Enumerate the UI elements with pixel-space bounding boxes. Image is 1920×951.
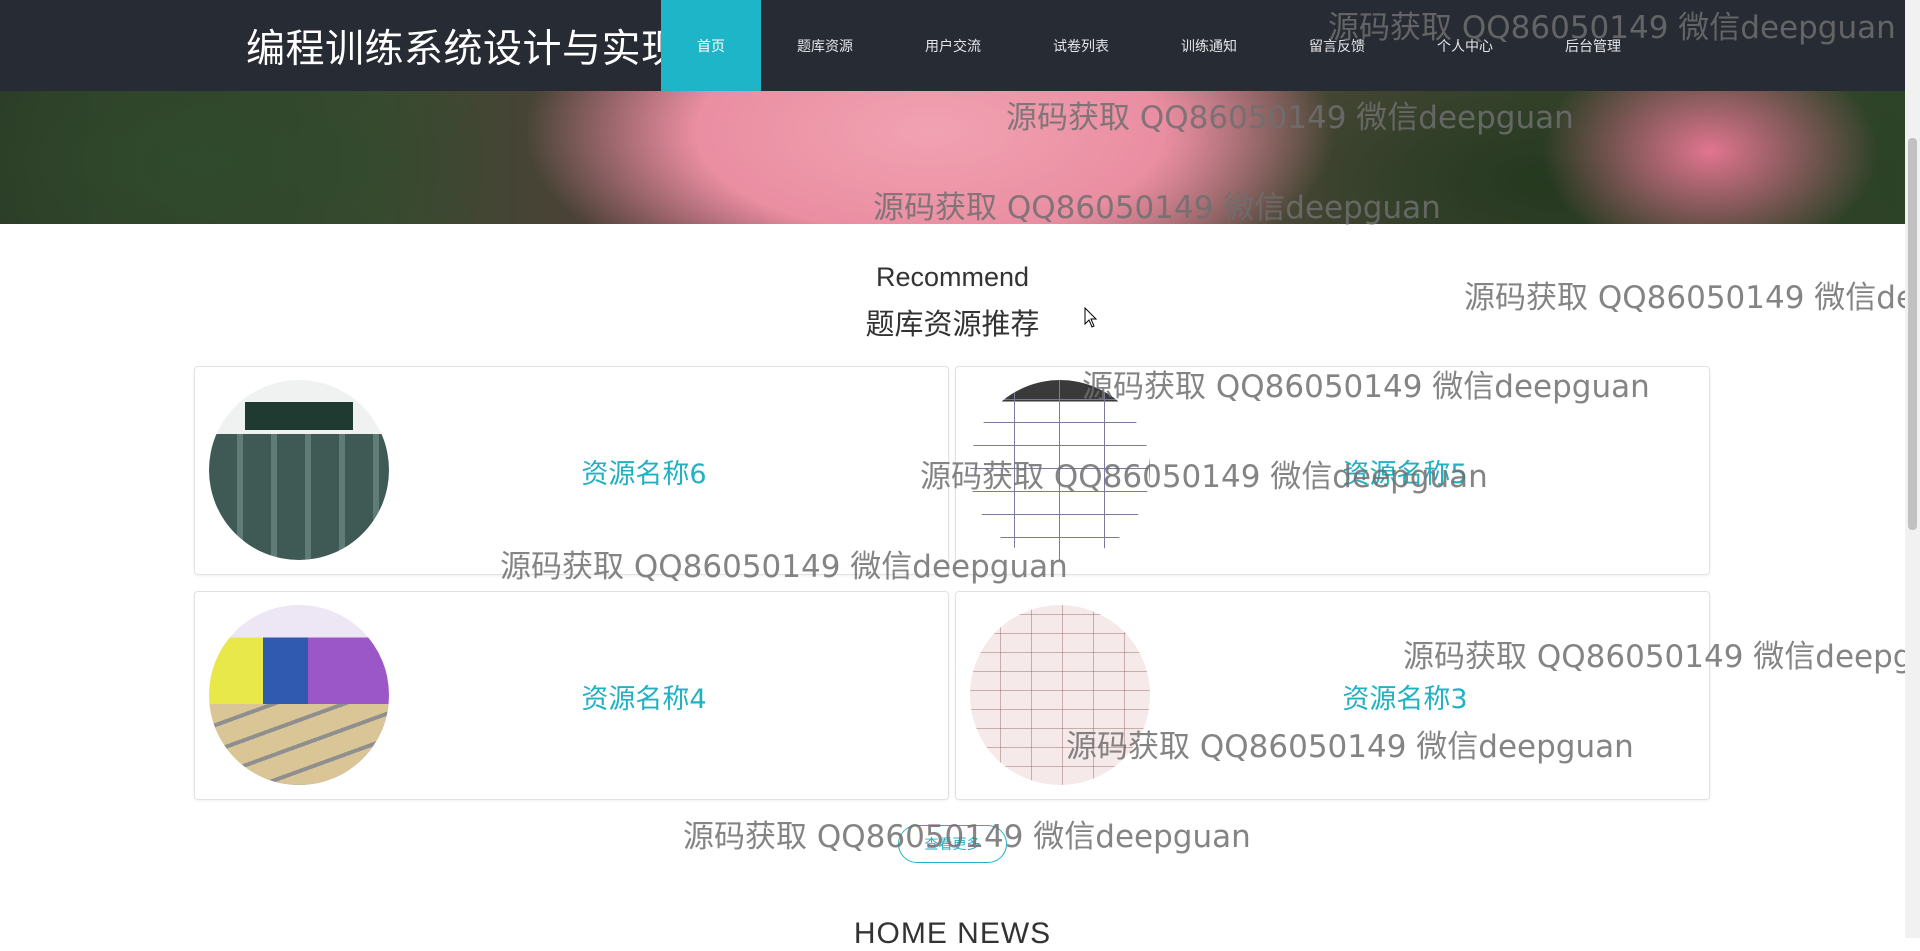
resource-card[interactable]: 资源名称4: [194, 591, 949, 800]
main-nav: 首页 题库资源 用户交流 试卷列表 训练通知 留言反馈 个人中心 后台管理: [661, 0, 1657, 91]
resource-card[interactable]: 资源名称6: [194, 366, 949, 575]
nav-item-feedback[interactable]: 留言反馈: [1273, 0, 1401, 91]
resource-card[interactable]: 资源名称5: [955, 366, 1710, 575]
scrollbar-thumb[interactable]: [1908, 138, 1917, 530]
news-section-title: HOME NEWS: [853, 917, 1052, 950]
resource-thumbnail[interactable]: [209, 380, 389, 560]
section-title-cn: 题库资源推荐: [865, 307, 1040, 341]
resource-thumbnail[interactable]: [209, 605, 389, 785]
nav-item-home[interactable]: 首页: [661, 0, 761, 91]
top-header: 编程训练系统设计与实现 首页 题库资源 用户交流 试卷列表 训练通知 留言反馈 …: [0, 0, 1920, 91]
section-title-en: Recommend: [875, 262, 1030, 292]
nav-item-user-forum[interactable]: 用户交流: [889, 0, 1017, 91]
nav-item-question-bank[interactable]: 题库资源: [761, 0, 889, 91]
nav-item-profile[interactable]: 个人中心: [1401, 0, 1529, 91]
mouse-cursor-icon: [1084, 306, 1098, 333]
resource-thumbnail[interactable]: [970, 380, 1150, 560]
nav-item-training-notice[interactable]: 训练通知: [1145, 0, 1273, 91]
resource-name[interactable]: 资源名称4: [460, 592, 948, 801]
site-title: 编程训练系统设计与实现: [246, 27, 681, 72]
view-more-button[interactable]: 查看更多: [898, 825, 1007, 863]
resource-thumbnail[interactable]: [970, 605, 1150, 785]
resource-card[interactable]: 资源名称3: [955, 591, 1710, 800]
nav-item-exam-list[interactable]: 试卷列表: [1017, 0, 1145, 91]
resource-name[interactable]: 资源名称3: [1221, 592, 1709, 801]
nav-item-admin[interactable]: 后台管理: [1529, 0, 1657, 91]
lotus-banner-image: [0, 91, 1905, 224]
resource-name[interactable]: 资源名称5: [1221, 367, 1709, 576]
vertical-scrollbar[interactable]: [1905, 0, 1920, 938]
resource-name[interactable]: 资源名称6: [460, 367, 948, 576]
